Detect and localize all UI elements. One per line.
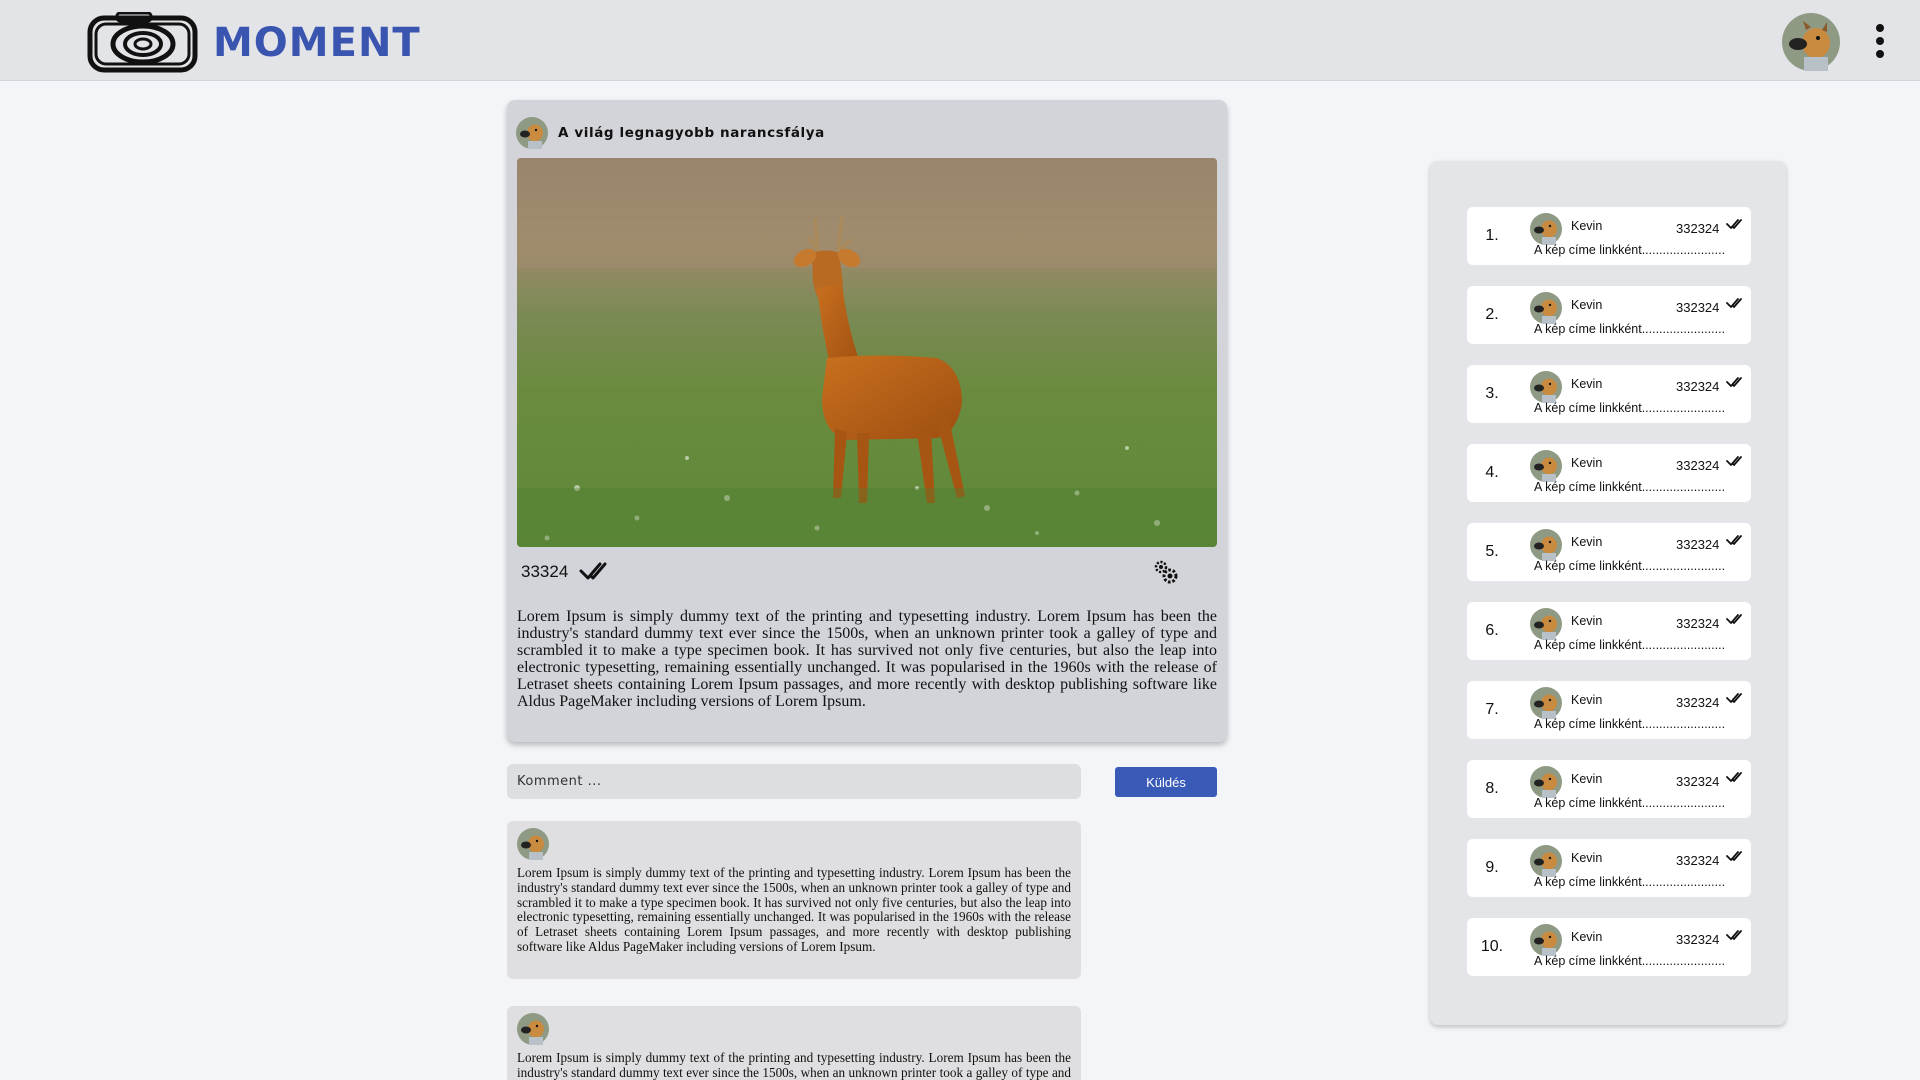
double-check-icon: [1726, 691, 1742, 705]
leaderboard-rank: 1.: [1485, 227, 1499, 244]
leader-name: Kevin: [1571, 298, 1603, 312]
leaderboard-item[interactable]: 1. Kevin 332324 A kép címe linkként.....…: [1467, 207, 1751, 265]
leaderboard-item[interactable]: 3. Kevin 332324 A kép címe linkként.....…: [1467, 365, 1751, 423]
brand-name[interactable]: MOMENT: [213, 20, 421, 66]
commenter-avatar-icon[interactable]: [517, 828, 549, 860]
leader-image-link[interactable]: A kép címe linkként.....................…: [1534, 322, 1725, 336]
leader-avatar-icon[interactable]: [1530, 213, 1562, 245]
leaderboard-item[interactable]: 5. Kevin 332324 A kép címe linkként.....…: [1467, 523, 1751, 581]
double-check-icon: [1726, 454, 1742, 468]
leader-image-link[interactable]: A kép címe linkként.....................…: [1534, 638, 1725, 652]
leader-like-count: 332324: [1676, 458, 1720, 473]
leader-avatar-icon[interactable]: [1530, 450, 1562, 482]
double-check-icon[interactable]: [579, 560, 607, 582]
leader-like-count: 332324: [1676, 616, 1720, 631]
comment-card: Lorem Ipsum is simply dummy text of the …: [507, 821, 1081, 979]
double-check-icon: [1726, 770, 1742, 784]
leader-like-count: 332324: [1676, 853, 1720, 868]
double-check-icon: [1726, 849, 1742, 863]
leaderboard-rank: 10.: [1480, 938, 1504, 955]
double-check-icon: [1726, 375, 1742, 389]
leader-name: Kevin: [1571, 693, 1603, 707]
leader-name: Kevin: [1571, 219, 1603, 233]
leaderboard-rank: 9.: [1485, 859, 1499, 876]
user-avatar-icon[interactable]: [1782, 13, 1840, 71]
moment-logo-icon[interactable]: [87, 12, 198, 74]
leaderboard-panel: 1. Kevin 332324 A kép címe linkként.....…: [1430, 161, 1786, 1025]
leaderboard-rank: 8.: [1485, 780, 1499, 797]
leader-image-link[interactable]: A kép címe linkként.....................…: [1534, 243, 1725, 257]
leader-name: Kevin: [1571, 535, 1603, 549]
leader-avatar-icon[interactable]: [1530, 924, 1562, 956]
comment-text: Lorem Ipsum is simply dummy text of the …: [517, 865, 1071, 954]
leader-like-count: 332324: [1676, 300, 1720, 315]
leader-avatar-icon[interactable]: [1530, 687, 1562, 719]
comment-input[interactable]: [507, 764, 1081, 799]
like-count: 33324: [521, 562, 569, 581]
post-title: A világ legnagyobb narancsfálya: [558, 125, 825, 141]
leader-avatar-icon[interactable]: [1530, 292, 1562, 324]
post-card: A világ legnagyobb narancsfálya 33324 Lo…: [507, 100, 1227, 742]
leaderboard-rank: 7.: [1485, 701, 1499, 718]
double-check-icon: [1726, 296, 1742, 310]
leaderboard-item[interactable]: 2. Kevin 332324 A kép címe linkként.....…: [1467, 286, 1751, 344]
leader-name: Kevin: [1571, 456, 1603, 470]
leaderboard-rank: 4.: [1485, 464, 1499, 481]
leaderboard-rank: 6.: [1485, 622, 1499, 639]
author-avatar-icon[interactable]: [516, 117, 548, 149]
leader-avatar-icon[interactable]: [1530, 766, 1562, 798]
leader-name: Kevin: [1571, 930, 1603, 944]
leaderboard-item[interactable]: 7. Kevin 332324 A kép címe linkként.....…: [1467, 681, 1751, 739]
leader-like-count: 332324: [1676, 932, 1720, 947]
leaderboard-item[interactable]: 4. Kevin 332324 A kép címe linkként.....…: [1467, 444, 1751, 502]
leader-image-link[interactable]: A kép címe linkként.....................…: [1534, 875, 1725, 889]
top-header: MOMENT: [0, 0, 1920, 81]
leader-like-count: 332324: [1676, 695, 1720, 710]
leader-name: Kevin: [1571, 851, 1603, 865]
comment-card: Lorem Ipsum is simply dummy text of the …: [507, 1006, 1081, 1080]
leader-avatar-icon[interactable]: [1530, 845, 1562, 877]
leader-like-count: 332324: [1676, 537, 1720, 552]
leader-like-count: 332324: [1676, 221, 1720, 236]
double-check-icon: [1726, 928, 1742, 942]
double-check-icon: [1726, 612, 1742, 626]
leader-image-link[interactable]: A kép címe linkként.....................…: [1534, 401, 1725, 415]
leader-avatar-icon[interactable]: [1530, 608, 1562, 640]
leaderboard-rank: 5.: [1485, 543, 1499, 560]
send-button[interactable]: Küldés: [1115, 767, 1217, 797]
leader-avatar-icon[interactable]: [1530, 371, 1562, 403]
leader-name: Kevin: [1571, 614, 1603, 628]
double-check-icon: [1726, 533, 1742, 547]
leaderboard-item[interactable]: 9. Kevin 332324 A kép címe linkként.....…: [1467, 839, 1751, 897]
leaderboard-item[interactable]: 6. Kevin 332324 A kép címe linkként.....…: [1467, 602, 1751, 660]
leader-name: Kevin: [1571, 772, 1603, 786]
leaderboard-rank: 2.: [1485, 306, 1499, 323]
leader-image-link[interactable]: A kép címe linkként.....................…: [1534, 796, 1725, 810]
leaderboard-item[interactable]: 10. Kevin 332324 A kép címe linkként....…: [1467, 918, 1751, 976]
leader-image-link[interactable]: A kép címe linkként.....................…: [1534, 717, 1725, 731]
kebab-menu-icon[interactable]: [1868, 20, 1892, 62]
leader-like-count: 332324: [1676, 774, 1720, 789]
gears-icon[interactable]: [1151, 557, 1179, 585]
comment-text: Lorem Ipsum is simply dummy text of the …: [517, 1050, 1071, 1080]
commenter-avatar-icon[interactable]: [517, 1013, 549, 1045]
post-image[interactable]: [517, 158, 1217, 547]
leaderboard-item[interactable]: 8. Kevin 332324 A kép címe linkként.....…: [1467, 760, 1751, 818]
leader-name: Kevin: [1571, 377, 1603, 391]
leader-image-link[interactable]: A kép címe linkként.....................…: [1534, 480, 1725, 494]
leader-avatar-icon[interactable]: [1530, 529, 1562, 561]
post-body: Lorem Ipsum is simply dummy text of the …: [517, 608, 1217, 710]
double-check-icon: [1726, 217, 1742, 231]
leaderboard-rank: 3.: [1485, 385, 1499, 402]
leader-image-link[interactable]: A kép címe linkként.....................…: [1534, 954, 1725, 968]
leader-like-count: 332324: [1676, 379, 1720, 394]
leader-image-link[interactable]: A kép címe linkként.....................…: [1534, 559, 1725, 573]
